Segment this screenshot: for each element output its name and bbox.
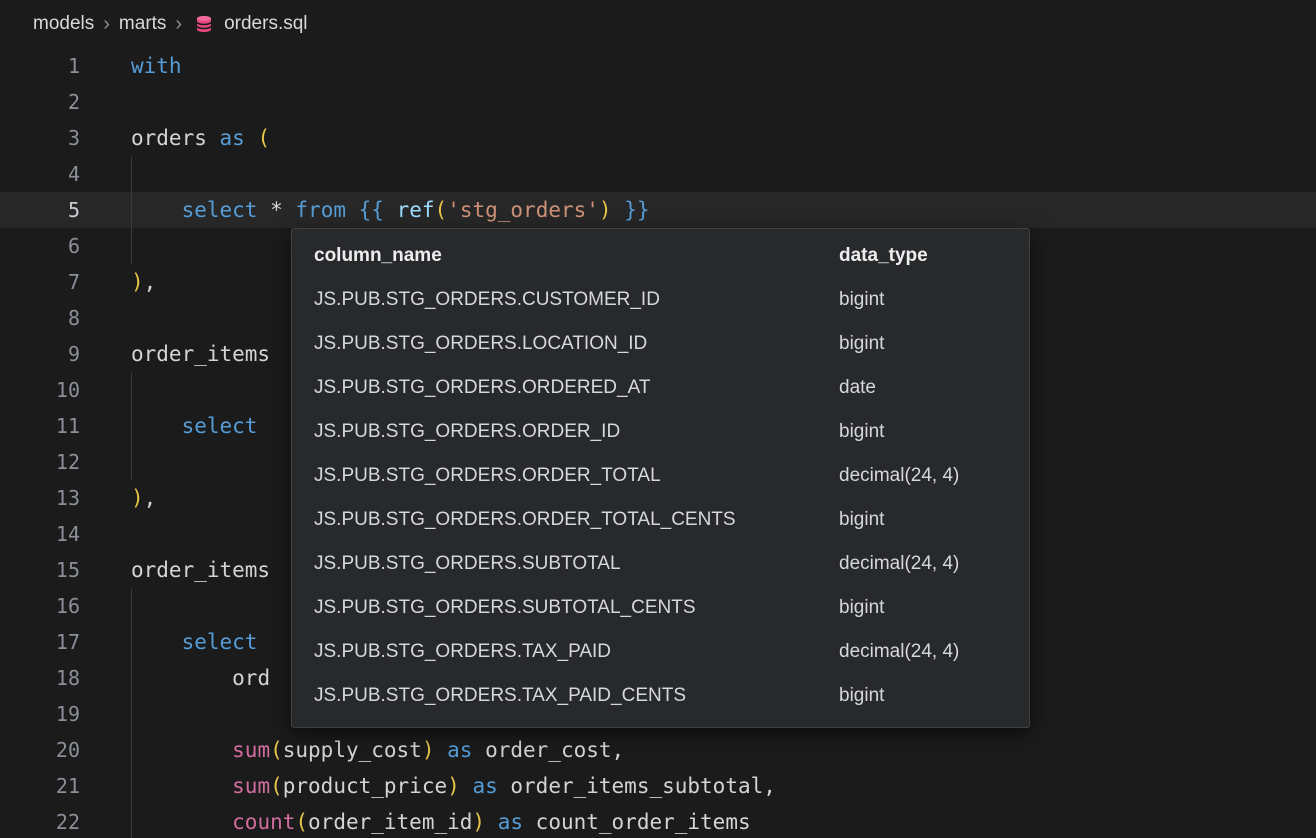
indent-guide-line: [131, 660, 132, 696]
line-number[interactable]: 14: [0, 522, 80, 546]
line-content: ),: [131, 264, 156, 300]
popup-rows: JS.PUB.STG_ORDERS.CUSTOMER_IDbigintJS.PU…: [292, 278, 1029, 718]
indent-guide-line: [131, 624, 132, 660]
indent-guide-line: [131, 408, 132, 444]
chevron-right-icon: ›: [175, 13, 182, 36]
data-type-cell: bigint: [839, 509, 1029, 531]
breadcrumb-item-file[interactable]: orders.sql: [224, 13, 307, 35]
column-name-cell: JS.PUB.STG_ORDERS.SUBTOTAL_CENTS: [314, 597, 839, 619]
data-type-cell: decimal(24, 4): [839, 553, 1029, 575]
line-number[interactable]: 13: [0, 486, 80, 510]
line-number[interactable]: 5: [0, 198, 80, 222]
popup-row: JS.PUB.STG_ORDERS.SUBTOTALdecimal(24, 4): [292, 542, 1029, 586]
data-type-cell: bigint: [839, 685, 1029, 707]
column-name-cell: JS.PUB.STG_ORDERS.ORDER_ID: [314, 421, 839, 443]
line-content: select * from {{ ref('stg_orders') }}: [131, 192, 650, 228]
popup-row: JS.PUB.STG_ORDERS.SUBTOTAL_CENTSbigint: [292, 586, 1029, 630]
line-number[interactable]: 2: [0, 90, 80, 114]
popup-row: JS.PUB.STG_ORDERS.ORDER_TOTALdecimal(24,…: [292, 454, 1029, 498]
breadcrumb-item-marts[interactable]: marts: [119, 13, 167, 35]
line-content: select: [131, 624, 257, 660]
code-line[interactable]: 22 count(order_item_id) as count_order_i…: [0, 804, 1316, 838]
line-content: count(order_item_id) as count_order_item…: [131, 804, 751, 838]
line-content: select: [131, 408, 257, 444]
breadcrumb-item-models[interactable]: models: [33, 13, 94, 35]
indent-guide-line: [131, 696, 132, 732]
line-number[interactable]: 18: [0, 666, 80, 690]
line-content: order_items: [131, 552, 270, 588]
data-type-cell: bigint: [839, 333, 1029, 355]
column-name-cell: JS.PUB.STG_ORDERS.TAX_PAID: [314, 641, 839, 663]
popup-row: JS.PUB.STG_ORDERS.TAX_PAIDdecimal(24, 4): [292, 630, 1029, 674]
popup-row: JS.PUB.STG_ORDERS.CUSTOMER_IDbigint: [292, 278, 1029, 322]
code-line[interactable]: 20 sum(supply_cost) as order_cost,: [0, 732, 1316, 768]
database-icon: [194, 14, 214, 34]
line-number[interactable]: 10: [0, 378, 80, 402]
line-number[interactable]: 11: [0, 414, 80, 438]
line-number[interactable]: 1: [0, 54, 80, 78]
line-content: sum(product_price) as order_items_subtot…: [131, 768, 776, 804]
code-line[interactable]: 2: [0, 84, 1316, 120]
line-content: sum(supply_cost) as order_cost,: [131, 732, 624, 768]
code-line[interactable]: 5 select * from {{ ref('stg_orders') }}: [0, 192, 1316, 228]
code-editor: models › marts › orders.sql 1 with 2 3 order…: [0, 0, 1316, 838]
line-number[interactable]: 8: [0, 306, 80, 330]
line-number[interactable]: 9: [0, 342, 80, 366]
indent-guide-line: [131, 444, 132, 480]
data-type-cell: bigint: [839, 597, 1029, 619]
column-name-cell: JS.PUB.STG_ORDERS.CUSTOMER_ID: [314, 289, 839, 311]
data-type-cell: date: [839, 377, 1029, 399]
line-number[interactable]: 15: [0, 558, 80, 582]
popup-header-data-type: data_type: [839, 245, 1029, 267]
line-number[interactable]: 21: [0, 774, 80, 798]
breadcrumb: models › marts › orders.sql: [0, 0, 1316, 48]
code-line[interactable]: 4: [0, 156, 1316, 192]
data-type-cell: decimal(24, 4): [839, 641, 1029, 663]
line-content: order_items: [131, 336, 270, 372]
code-line[interactable]: 1 with: [0, 48, 1316, 84]
popup-row: JS.PUB.STG_ORDERS.ORDERED_ATdate: [292, 366, 1029, 410]
line-number[interactable]: 6: [0, 234, 80, 258]
indent-guide-line: [131, 732, 132, 768]
indent-guide-line: [131, 372, 132, 408]
indent-guide-line: [131, 192, 132, 228]
popup-row: JS.PUB.STG_ORDERS.ORDER_IDbigint: [292, 410, 1029, 454]
popup-row: JS.PUB.STG_ORDERS.ORDER_TOTAL_CENTSbigin…: [292, 498, 1029, 542]
column-preview-popup: column_name data_type JS.PUB.STG_ORDERS.…: [291, 228, 1030, 728]
column-name-cell: JS.PUB.STG_ORDERS.ORDER_TOTAL: [314, 465, 839, 487]
column-name-cell: JS.PUB.STG_ORDERS.ORDER_TOTAL_CENTS: [314, 509, 839, 531]
line-number[interactable]: 3: [0, 126, 80, 150]
column-name-cell: JS.PUB.STG_ORDERS.LOCATION_ID: [314, 333, 839, 355]
line-number[interactable]: 12: [0, 450, 80, 474]
indent-guide-line: [131, 588, 132, 624]
line-number[interactable]: 22: [0, 810, 80, 834]
data-type-cell: bigint: [839, 421, 1029, 443]
data-type-cell: bigint: [839, 289, 1029, 311]
line-content: with: [131, 48, 182, 84]
line-number[interactable]: 19: [0, 702, 80, 726]
line-number[interactable]: 17: [0, 630, 80, 654]
popup-row: JS.PUB.STG_ORDERS.TAX_PAID_CENTSbigint: [292, 674, 1029, 718]
line-number[interactable]: 4: [0, 162, 80, 186]
popup-header-row: column_name data_type: [292, 234, 1029, 278]
indent-guide-line: [131, 156, 132, 192]
line-content: ),: [131, 480, 156, 516]
code-line[interactable]: 3 orders as (: [0, 120, 1316, 156]
column-name-cell: JS.PUB.STG_ORDERS.TAX_PAID_CENTS: [314, 685, 839, 707]
popup-header-column-name: column_name: [314, 245, 839, 267]
chevron-right-icon: ›: [103, 13, 110, 36]
column-name-cell: JS.PUB.STG_ORDERS.ORDERED_AT: [314, 377, 839, 399]
column-name-cell: JS.PUB.STG_ORDERS.SUBTOTAL: [314, 553, 839, 575]
line-number[interactable]: 7: [0, 270, 80, 294]
indent-guide-line: [131, 804, 132, 838]
indent-guide-line: [131, 228, 132, 264]
popup-row: JS.PUB.STG_ORDERS.LOCATION_IDbigint: [292, 322, 1029, 366]
code-line[interactable]: 21 sum(product_price) as order_items_sub…: [0, 768, 1316, 804]
line-number[interactable]: 16: [0, 594, 80, 618]
data-type-cell: decimal(24, 4): [839, 465, 1029, 487]
line-number[interactable]: 20: [0, 738, 80, 762]
indent-guide-line: [131, 768, 132, 804]
line-content: ord: [131, 660, 270, 696]
line-content: orders as (: [131, 120, 270, 156]
